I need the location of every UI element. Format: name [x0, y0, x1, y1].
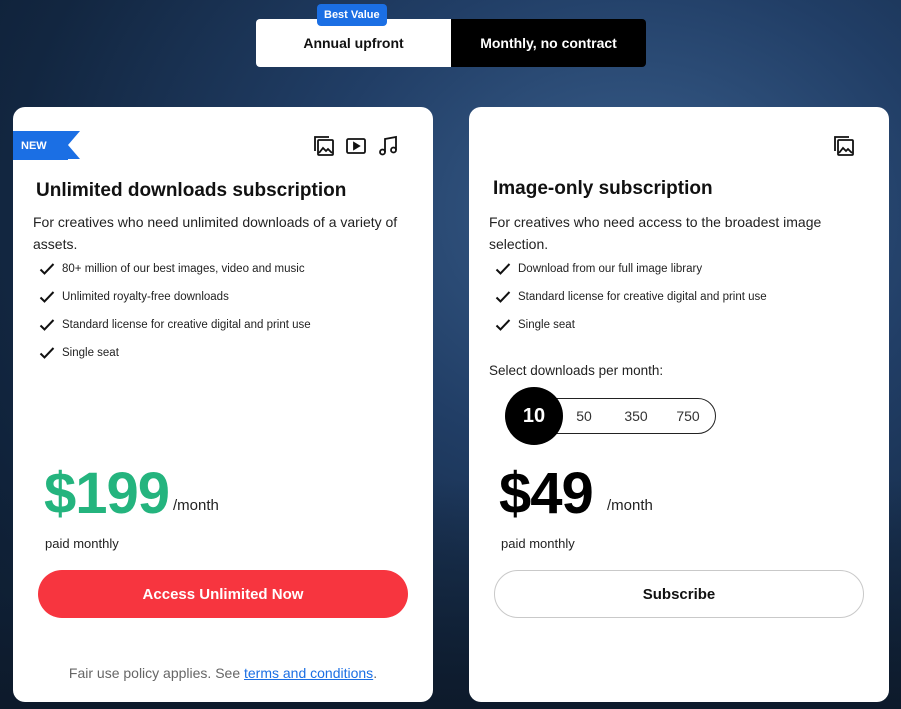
feature-item: Single seat — [495, 311, 767, 339]
feature-list: Download from our full image library Sta… — [495, 255, 767, 339]
image-icon — [313, 135, 335, 157]
asset-type-icons — [313, 135, 399, 157]
feature-text: Download from our full image library — [518, 263, 703, 275]
plan-title: Unlimited downloads subscription — [36, 180, 347, 201]
fair-use-end: . — [373, 665, 378, 681]
downloads-option-50[interactable]: 50 — [564, 399, 604, 432]
downloads-option-750[interactable]: 750 — [668, 399, 708, 432]
plan-price: $49 — [499, 461, 594, 526]
feature-item: Standard license for creative digital an… — [495, 283, 767, 311]
check-icon — [495, 262, 513, 276]
image-only-plan-card: Image-only subscription For creatives wh… — [469, 107, 889, 702]
check-icon — [39, 318, 57, 332]
downloads-option-350[interactable]: 350 — [616, 399, 656, 432]
feature-item: Standard license for creative digital an… — [39, 311, 311, 339]
fair-use-note: Fair use policy applies. See terms and c… — [13, 665, 433, 681]
price-period: /month — [173, 497, 219, 514]
check-icon — [39, 262, 57, 276]
check-icon — [495, 290, 513, 304]
feature-text: 80+ million of our best images, video an… — [62, 263, 305, 275]
feature-text: Standard license for creative digital an… — [62, 319, 311, 331]
downloads-select-label: Select downloads per month: — [489, 363, 664, 378]
price-period: /month — [607, 497, 653, 514]
video-icon — [345, 135, 367, 157]
check-icon — [39, 346, 57, 360]
new-ribbon: NEW — [13, 131, 80, 160]
feature-item: Download from our full image library — [495, 255, 767, 283]
check-icon — [495, 318, 513, 332]
asset-type-icons — [833, 135, 855, 157]
check-icon — [39, 290, 57, 304]
access-unlimited-button[interactable]: Access Unlimited Now — [38, 570, 408, 618]
subscribe-button[interactable]: Subscribe — [494, 570, 864, 618]
feature-text: Unlimited royalty-free downloads — [62, 291, 229, 303]
plan-price: $199 — [44, 461, 170, 526]
billing-toggle: Annual upfront Monthly, no contract — [256, 19, 646, 67]
feature-item: Single seat — [39, 339, 311, 367]
monthly-no-contract-option[interactable]: Monthly, no contract — [451, 19, 646, 67]
downloads-option-10[interactable]: 10 — [505, 387, 563, 445]
feature-text: Standard license for creative digital an… — [518, 291, 767, 303]
terms-link[interactable]: terms and conditions — [244, 665, 373, 681]
feature-item: 80+ million of our best images, video an… — [39, 255, 311, 283]
feature-text: Single seat — [62, 347, 119, 359]
annual-upfront-option[interactable]: Annual upfront — [256, 19, 451, 67]
plan-description: For creatives who need access to the bro… — [489, 214, 822, 252]
plan-title: Image-only subscription — [493, 178, 713, 199]
music-icon — [377, 135, 399, 157]
feature-item: Unlimited royalty-free downloads — [39, 283, 311, 311]
downloads-per-month-selector: 10 50 350 750 — [505, 387, 716, 445]
best-value-badge: Best Value — [317, 4, 387, 26]
plan-description: For creatives who need unlimited downloa… — [33, 214, 398, 252]
unlimited-plan-card: NEW Unlimited downloads subscription For… — [13, 107, 433, 702]
feature-text: Single seat — [518, 319, 575, 331]
feature-list: 80+ million of our best images, video an… — [39, 255, 311, 367]
billing-note: paid monthly — [501, 536, 575, 551]
billing-note: paid monthly — [45, 536, 119, 551]
image-icon — [833, 135, 855, 157]
fair-use-text: Fair use policy applies. See — [68, 665, 244, 681]
